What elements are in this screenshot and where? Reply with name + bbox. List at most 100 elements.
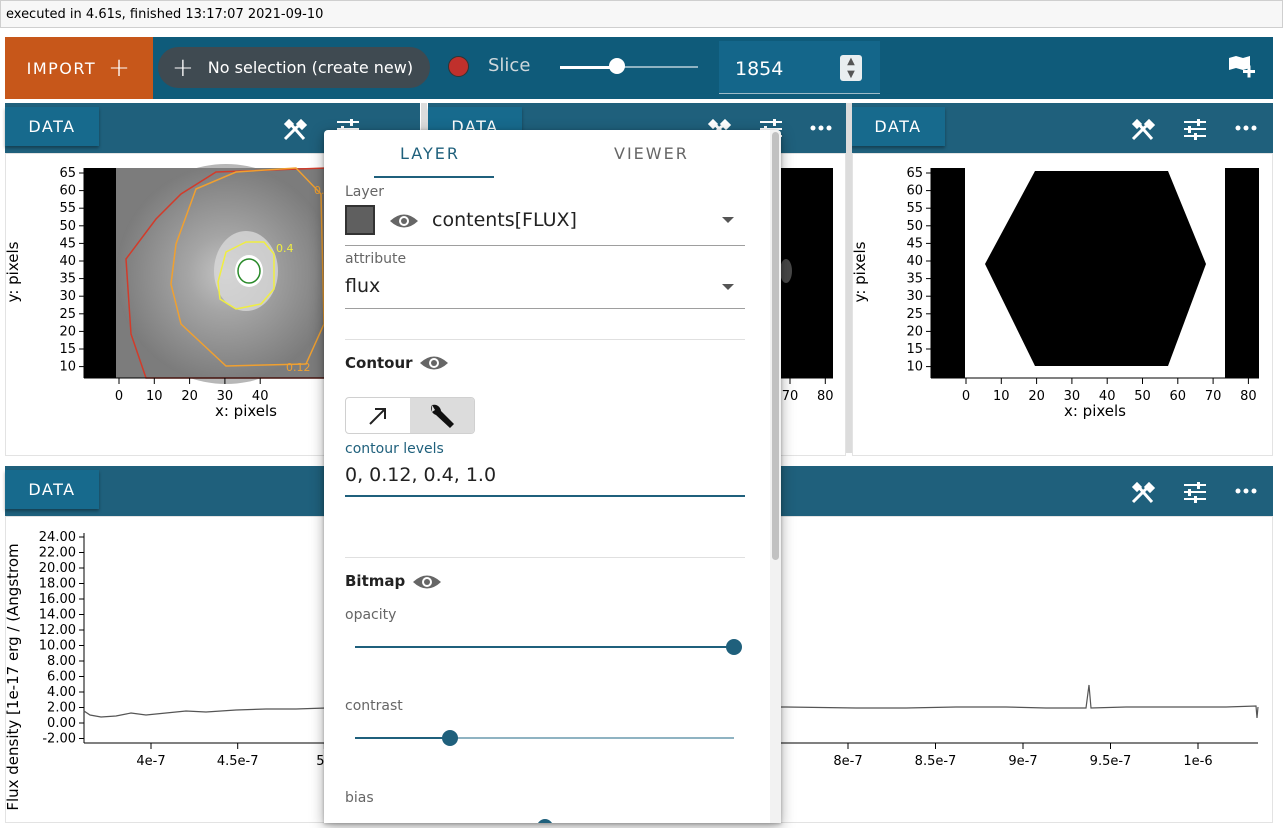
chevron-down-icon[interactable] (722, 217, 734, 223)
slice-stepper[interactable]: ▲ ▼ (840, 55, 862, 81)
y-tick-label: 60 (59, 184, 76, 199)
layer-field-label: Layer (345, 184, 385, 200)
viewer-3-toolbar: DATA (851, 103, 1273, 153)
y-tick-label: 22.00 (39, 546, 76, 561)
slice-color-indicator[interactable] (448, 56, 469, 77)
contour-mode-arrow[interactable] (346, 398, 410, 433)
contour-mode-custom[interactable] (410, 398, 474, 433)
bias-label: bias (345, 790, 374, 806)
chevron-down-icon[interactable] (722, 284, 734, 290)
y-tick-label: 30 (906, 289, 923, 304)
attribute-select[interactable]: flux (345, 275, 380, 297)
tools-icon[interactable] (1130, 117, 1158, 143)
contour-levels-label: contour levels (345, 441, 444, 457)
y-tick-label: 45 (906, 236, 923, 251)
y-tick-label: 40 (59, 254, 76, 269)
y-tick-label: 55 (906, 201, 923, 216)
wrench-icon (431, 404, 454, 428)
y-tick-label: 30 (59, 289, 76, 304)
stepper-down-icon[interactable]: ▼ (840, 68, 862, 81)
contour-mode-toggle (345, 397, 475, 434)
image-viewer-3-plot[interactable]: 656055504540353025201510 0 10 20 30 40 50 60 70… (851, 154, 1274, 457)
y-tick-label: 55 (59, 201, 76, 216)
y-tick-label: 45 (59, 236, 76, 251)
x-axis-label: x: pixels (215, 402, 277, 420)
viewer-1-data-button[interactable]: DATA (5, 107, 99, 146)
active-tab-indicator (374, 176, 494, 178)
x-tick-label: 20 (181, 389, 198, 404)
execution-status: executed in 4.61s, finished 13:17:07 202… (0, 0, 1283, 28)
tools-icon[interactable] (1130, 480, 1158, 506)
y-tick-label: 25 (906, 307, 923, 322)
layer-color-swatch[interactable] (345, 205, 375, 235)
bias-slider-thumb[interactable] (537, 819, 553, 823)
y-tick-label: 10 (906, 360, 923, 375)
plus-icon: + (172, 52, 194, 83)
attribute-field-underline (345, 308, 745, 309)
contrast-label: contrast (345, 698, 403, 714)
opacity-slider[interactable] (355, 646, 734, 648)
x-tick-label: 0 (115, 389, 123, 404)
eye-icon[interactable] (389, 212, 419, 230)
eye-icon[interactable] (419, 354, 449, 372)
y-tick-label: 35 (59, 272, 76, 287)
y-tick-label: 14.00 (39, 608, 76, 623)
y-tick-label: 12.00 (39, 623, 76, 638)
opacity-slider-fill (355, 646, 734, 648)
spectrum-data-button[interactable]: DATA (5, 470, 99, 509)
slice-value-field[interactable]: 1854 ▲ ▼ (719, 41, 880, 94)
y-axis-label: Flux density [1e-17 erg / (Angstrom (6, 543, 22, 810)
contour-section-title: Contour (345, 354, 413, 372)
section-divider (345, 557, 745, 558)
bitmap-section-title: Bitmap (345, 572, 406, 590)
subset-select-chip[interactable]: + No selection (create new) (158, 47, 430, 88)
x-tick-label: 80 (817, 389, 834, 404)
slice-slider[interactable] (560, 65, 698, 69)
x-tick-label: 20 (1028, 389, 1045, 404)
x-tick-label: 9e-7 (1008, 754, 1037, 769)
mask-region (985, 171, 1206, 366)
sliders-icon[interactable] (1182, 480, 1208, 504)
contrast-slider-fill (355, 737, 450, 739)
slice-value: 1854 (735, 58, 784, 80)
arrow-up-right-icon (369, 407, 386, 425)
slice-slider-thumb[interactable] (608, 58, 625, 74)
y-axis-label: y: pixels (853, 241, 869, 302)
layer-options-panel: LAYER VIEWER Layer contents[FLUX] attrib… (324, 130, 781, 823)
sliders-icon[interactable] (1182, 117, 1208, 141)
tab-layer[interactable]: LAYER (400, 144, 460, 163)
contrast-slider[interactable] (355, 737, 734, 739)
more-icon[interactable] (1235, 488, 1257, 494)
eye-icon[interactable] (412, 573, 442, 591)
x-tick-label: 70 (1205, 389, 1222, 404)
contour-label: 0.12 (286, 361, 311, 374)
new-viewer-icon[interactable] (1227, 54, 1257, 82)
y-tick-label: 15 (59, 342, 76, 357)
y-tick-label: 15 (906, 342, 923, 357)
tab-viewer[interactable]: VIEWER (614, 144, 689, 163)
more-icon[interactable] (810, 125, 832, 131)
y-tick-label: 6.00 (47, 670, 76, 685)
opacity-slider-thumb[interactable] (726, 639, 742, 655)
layer-select[interactable]: contents[FLUX] (432, 209, 577, 231)
viewer-3-canvas[interactable]: 65 60 55 50 45 40 35 30 25 20 15 10 0 10 20 30 40 50 60 70… (851, 153, 1274, 457)
y-tick-label: 2.00 (47, 701, 76, 716)
viewer-3-data-button[interactable]: DATA (851, 107, 945, 146)
contour-label: 0.4 (276, 242, 294, 255)
y-tick-label: 16.00 (39, 592, 76, 607)
panel-scrollbar[interactable] (770, 130, 781, 823)
x-tick-label: 10 (146, 389, 163, 404)
y-tick-label: 50 (59, 219, 76, 234)
import-button[interactable]: IMPORT + (5, 37, 153, 99)
panel-scrollbar-thumb[interactable] (772, 132, 779, 560)
stepper-up-icon[interactable]: ▲ (840, 55, 862, 68)
layer-field-underline (345, 245, 745, 246)
x-tick-label: 70 (782, 389, 799, 404)
y-tick-label: 8.00 (47, 654, 76, 669)
more-icon[interactable] (1235, 125, 1257, 131)
contrast-slider-thumb[interactable] (441, 730, 458, 746)
tools-icon[interactable] (282, 117, 310, 143)
contour-levels-input[interactable]: 0, 0.12, 0.4, 1.0 (345, 464, 496, 486)
y-tick-label: 20.00 (39, 561, 76, 576)
import-label: IMPORT (26, 58, 97, 78)
